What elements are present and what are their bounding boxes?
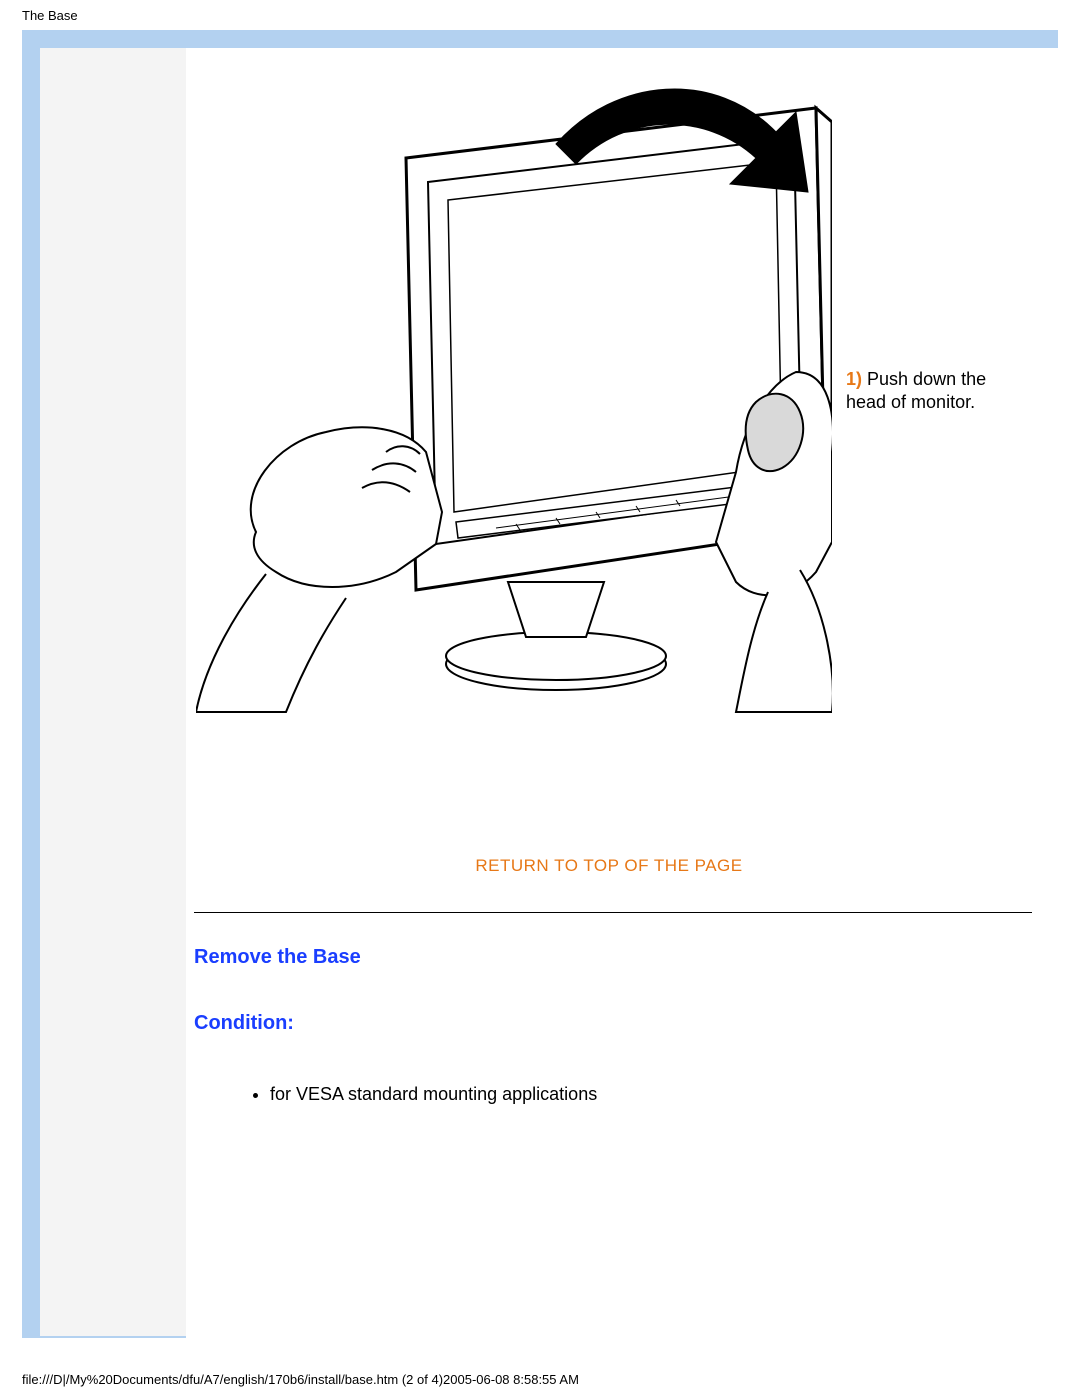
page-header: The Base bbox=[22, 8, 78, 23]
return-to-top-link[interactable]: RETURN TO TOP OF THE PAGE bbox=[186, 856, 1032, 876]
illustration-wrap: 1) Push down the head of monitor. bbox=[196, 72, 1032, 718]
left-gutter bbox=[40, 48, 186, 1338]
monitor-illustration bbox=[196, 72, 832, 718]
page-frame: 1) Push down the head of monitor. RETURN… bbox=[22, 30, 1058, 1338]
content-area: 1) Push down the head of monitor. RETURN… bbox=[186, 48, 1058, 1338]
step-number: 1) bbox=[846, 369, 862, 389]
step-caption: 1) Push down the head of monitor. bbox=[846, 368, 1016, 413]
heading-condition: Condition: bbox=[194, 1012, 294, 1035]
condition-list: for VESA standard mounting applications bbox=[230, 1084, 1032, 1113]
monitor-svg bbox=[196, 72, 832, 718]
list-item: for VESA standard mounting applications bbox=[270, 1084, 1032, 1105]
page-footer: file:///D|/My%20Documents/dfu/A7/english… bbox=[22, 1372, 579, 1387]
heading-remove-base: Remove the Base bbox=[194, 946, 361, 969]
step-text: Push down the head of monitor. bbox=[846, 369, 986, 412]
section-divider bbox=[194, 912, 1032, 913]
page-surface: 1) Push down the head of monitor. RETURN… bbox=[40, 48, 1058, 1338]
